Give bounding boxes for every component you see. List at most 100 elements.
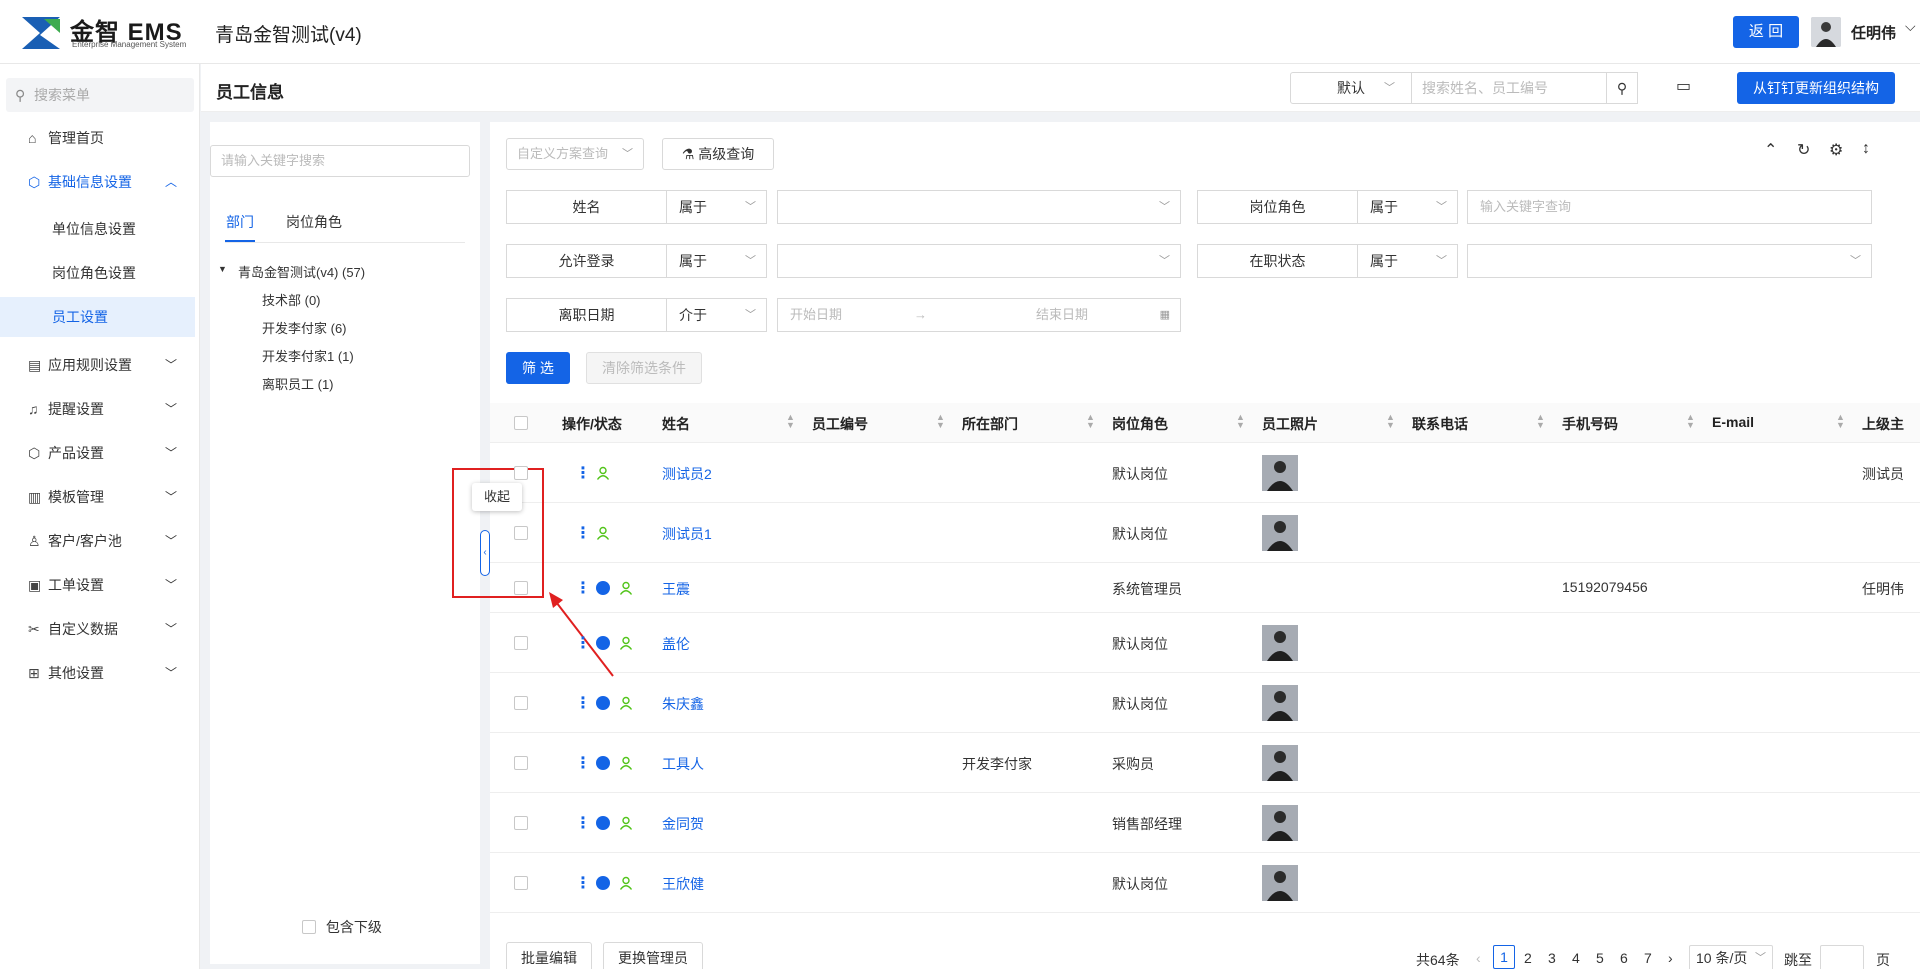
- table-row[interactable]: [490, 673, 1920, 733]
- row-checkbox[interactable]: [514, 466, 528, 480]
- sidebar-subitem-employee-settings[interactable]: 员工设置: [0, 297, 195, 337]
- col-header-photo[interactable]: 员工照片: [1262, 414, 1318, 434]
- tab-department[interactable]: 部门: [226, 212, 254, 232]
- row-checkbox[interactable]: [514, 696, 528, 710]
- sidebar-item-reminders[interactable]: ♫ 提醒设置 ﹀: [0, 389, 195, 429]
- chevron-down-icon[interactable]: ⌵: [1905, 18, 1916, 35]
- page-3[interactable]: 3: [1548, 950, 1556, 966]
- filter-value-role[interactable]: 输入关键字查询: [1467, 190, 1872, 224]
- refresh-icon[interactable]: ↻: [1797, 140, 1810, 160]
- advanced-query-button[interactable]: ⚗ 高级查询: [662, 138, 774, 170]
- table-row[interactable]: [490, 733, 1920, 793]
- more-actions-icon[interactable]: ⋮: [575, 578, 591, 598]
- employee-photo[interactable]: [1262, 865, 1298, 901]
- col-header-mobile[interactable]: 手机号码: [1562, 414, 1618, 434]
- filter-op-allow-login[interactable]: 属于 ﹀: [667, 244, 767, 278]
- more-actions-icon[interactable]: ⋮: [575, 633, 591, 653]
- page-4[interactable]: 4: [1572, 950, 1580, 966]
- tree-search-input[interactable]: 请输入关键字搜索: [210, 145, 470, 177]
- page-7[interactable]: 7: [1644, 950, 1652, 966]
- col-header-role[interactable]: 岗位角色: [1112, 414, 1168, 434]
- change-admin-button[interactable]: 更换管理员: [603, 942, 703, 969]
- row-checkbox[interactable]: [514, 756, 528, 770]
- page-2[interactable]: 2: [1524, 950, 1532, 966]
- tab-role[interactable]: 岗位角色: [286, 212, 342, 232]
- monitor-icon[interactable]: ▭: [1676, 76, 1691, 96]
- page-1[interactable]: 1: [1493, 945, 1515, 969]
- employee-photo[interactable]: [1262, 515, 1298, 551]
- employee-name-link[interactable]: 金同贺: [662, 814, 704, 834]
- row-checkbox[interactable]: [514, 581, 528, 595]
- filter-value-employment-status[interactable]: ﹀: [1467, 244, 1872, 278]
- filter-value-allow-login[interactable]: ﹀: [777, 244, 1181, 278]
- sort-icon[interactable]: ▲ ▼: [786, 413, 795, 430]
- custom-query-select[interactable]: 自定义方案查询 ﹀: [506, 138, 644, 170]
- employee-search-input[interactable]: 搜索姓名、员工编号: [1411, 72, 1607, 104]
- tree-node[interactable]: 技术部 (0): [262, 290, 321, 309]
- dingtalk-sync-button[interactable]: 从钉钉更新组织结构: [1737, 72, 1895, 104]
- filter-op-role[interactable]: 属于 ﹀: [1358, 190, 1458, 224]
- gear-icon[interactable]: ⚙: [1829, 140, 1843, 160]
- more-actions-icon[interactable]: ⋮: [575, 693, 591, 713]
- employee-name-link[interactable]: 王欣健: [662, 874, 704, 894]
- page-size-select[interactable]: 10 条/页 ﹀: [1689, 945, 1773, 969]
- sidebar-item-custom-data[interactable]: ✂ 自定义数据 ﹀: [0, 609, 195, 649]
- date-range-picker[interactable]: 开始日期 → 结束日期 ▦: [777, 298, 1181, 332]
- employee-photo[interactable]: [1262, 685, 1298, 721]
- more-actions-icon[interactable]: ⋮: [575, 813, 591, 833]
- sort-icon[interactable]: ▲ ▼: [1836, 413, 1845, 430]
- page-5[interactable]: 5: [1596, 950, 1604, 966]
- batch-edit-button[interactable]: 批量编辑: [506, 942, 592, 969]
- tree-node[interactable]: 开发李付家1 (1): [262, 346, 354, 365]
- sort-icon[interactable]: ▲ ▼: [1686, 413, 1695, 430]
- start-date-placeholder[interactable]: 开始日期: [790, 299, 842, 331]
- sort-icon[interactable]: ▲ ▼: [1236, 413, 1245, 430]
- sidebar-item-app-rules[interactable]: ▤ 应用规则设置 ﹀: [0, 345, 195, 385]
- include-sub-checkbox[interactable]: 包含下级: [302, 917, 382, 937]
- sidebar-item-basic-info[interactable]: ⬡ 基础信息设置 ︿: [0, 162, 195, 202]
- table-row[interactable]: [490, 563, 1920, 613]
- more-actions-icon[interactable]: ⋮: [575, 523, 591, 543]
- checkbox[interactable]: [302, 920, 316, 934]
- sidebar-item-other[interactable]: ⊞ 其他设置 ﹀: [0, 653, 195, 693]
- filter-op-leave-date[interactable]: 介于 ﹀: [667, 298, 767, 332]
- sidebar-subitem-role-settings[interactable]: 岗位角色设置: [0, 253, 195, 293]
- collapse-up-icon[interactable]: ⌃: [1764, 140, 1777, 160]
- employee-photo[interactable]: [1262, 805, 1298, 841]
- sidebar-item-customers[interactable]: ♙ 客户/客户池 ﹀: [0, 521, 195, 561]
- tree-node[interactable]: 开发李付家 (6): [262, 318, 347, 337]
- next-page-icon[interactable]: ›: [1668, 950, 1673, 966]
- sidebar-item-home[interactable]: ⌂ 管理首页: [0, 118, 195, 158]
- filter-button[interactable]: 筛 选: [506, 352, 570, 384]
- page-6[interactable]: 6: [1620, 950, 1628, 966]
- employee-photo[interactable]: [1262, 625, 1298, 661]
- employee-name-link[interactable]: 王震: [662, 579, 690, 599]
- sort-icon[interactable]: ▲ ▼: [1086, 413, 1095, 430]
- employee-photo[interactable]: [1262, 455, 1298, 491]
- filter-value-name[interactable]: ﹀: [777, 190, 1181, 224]
- sidebar-item-products[interactable]: ⬡ 产品设置 ﹀: [0, 433, 195, 473]
- select-all-checkbox[interactable]: [514, 416, 528, 430]
- employee-name-link[interactable]: 测试员2: [662, 464, 712, 484]
- col-header-superior[interactable]: 上级主: [1862, 414, 1904, 434]
- caret-down-icon[interactable]: ▼: [218, 264, 227, 274]
- employee-name-link[interactable]: 工具人: [662, 754, 704, 774]
- search-icon[interactable]: ⚲: [1606, 72, 1638, 104]
- end-date-placeholder[interactable]: 结束日期: [1036, 299, 1088, 331]
- jump-page-input[interactable]: [1820, 945, 1864, 969]
- employee-photo[interactable]: [1262, 745, 1298, 781]
- filter-op-employment-status[interactable]: 属于 ﹀: [1358, 244, 1458, 278]
- employee-name-link[interactable]: 测试员1: [662, 524, 712, 544]
- sidebar-subitem-unit-info[interactable]: 单位信息设置: [0, 209, 195, 249]
- sort-icon[interactable]: ▲ ▼: [1386, 413, 1395, 430]
- table-row[interactable]: [490, 793, 1920, 853]
- row-checkbox[interactable]: [514, 636, 528, 650]
- tree-node[interactable]: 离职员工 (1): [262, 374, 334, 393]
- row-checkbox[interactable]: [514, 526, 528, 540]
- collapse-panel-button[interactable]: ‹: [480, 530, 490, 576]
- sort-icon[interactable]: ▲ ▼: [1536, 413, 1545, 430]
- scheme-select[interactable]: 默认 ﹀: [1290, 72, 1412, 104]
- more-actions-icon[interactable]: ⋮: [575, 753, 591, 773]
- user-name[interactable]: 任明伟: [1851, 22, 1896, 43]
- filter-op-name[interactable]: 属于 ﹀: [667, 190, 767, 224]
